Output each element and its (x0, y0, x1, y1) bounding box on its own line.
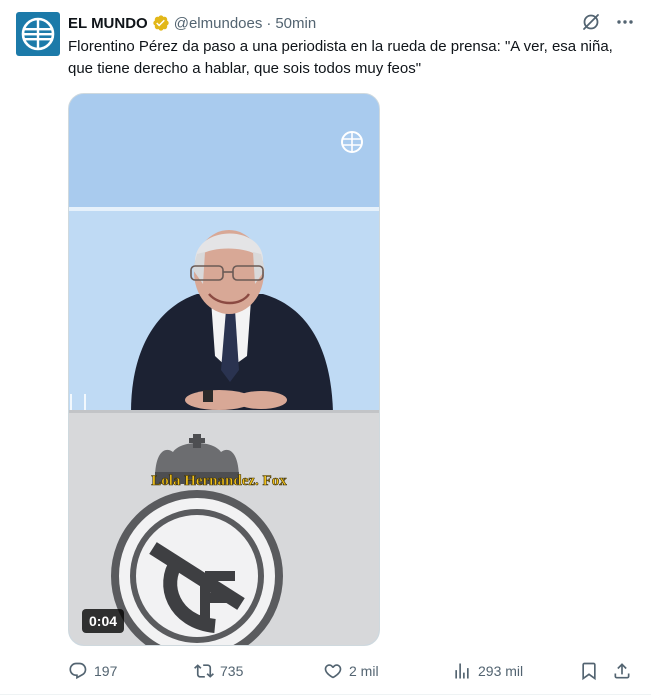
avatar[interactable] (16, 12, 60, 56)
views-count: 293 mil (478, 663, 524, 679)
video-duration-badge: 0:04 (82, 609, 125, 633)
repost-count: 735 (220, 663, 244, 679)
repost-button[interactable]: 735 (194, 659, 243, 683)
top-actions (581, 12, 635, 32)
reply-count: 197 (94, 663, 118, 679)
globe-logo-icon (21, 17, 55, 51)
views-chart-icon (452, 661, 472, 681)
verified-badge-icon[interactable] (152, 14, 170, 32)
video-frame: Lola Hernandez. Fox (69, 94, 379, 645)
tweet-card[interactable]: EL MUNDO @elmundoes · 50min Florentino P (0, 0, 651, 695)
repost-icon (194, 661, 214, 681)
author-handle[interactable]: @elmundoes (174, 15, 263, 32)
tweet-text: Florentino Pérez da paso a una periodist… (68, 38, 613, 77)
timestamp[interactable]: 50min (275, 15, 316, 32)
bookmark-icon (579, 661, 599, 681)
like-button[interactable]: 2 mil (323, 659, 379, 683)
action-bar: 197 735 2 mil 293 mil (68, 659, 636, 683)
like-count: 2 mil (349, 663, 379, 679)
views-button[interactable]: 293 mil (452, 659, 523, 683)
more-icon[interactable] (615, 12, 635, 32)
reply-button[interactable]: 197 (68, 659, 117, 683)
grok-icon[interactable] (581, 12, 601, 32)
share-button[interactable] (612, 659, 632, 683)
tweet-header: EL MUNDO @elmundoes · 50min (68, 12, 316, 34)
share-icon (612, 661, 632, 681)
bookmark-button[interactable] (579, 659, 599, 683)
video-player[interactable]: Lola Hernandez. Fox (68, 93, 380, 646)
author-display-name[interactable]: EL MUNDO (68, 15, 148, 32)
separator-dot: · (266, 14, 272, 32)
reply-icon (68, 661, 88, 681)
heart-icon (323, 661, 343, 681)
caption-overlay: Lola Hernandez. Fox (151, 473, 287, 489)
